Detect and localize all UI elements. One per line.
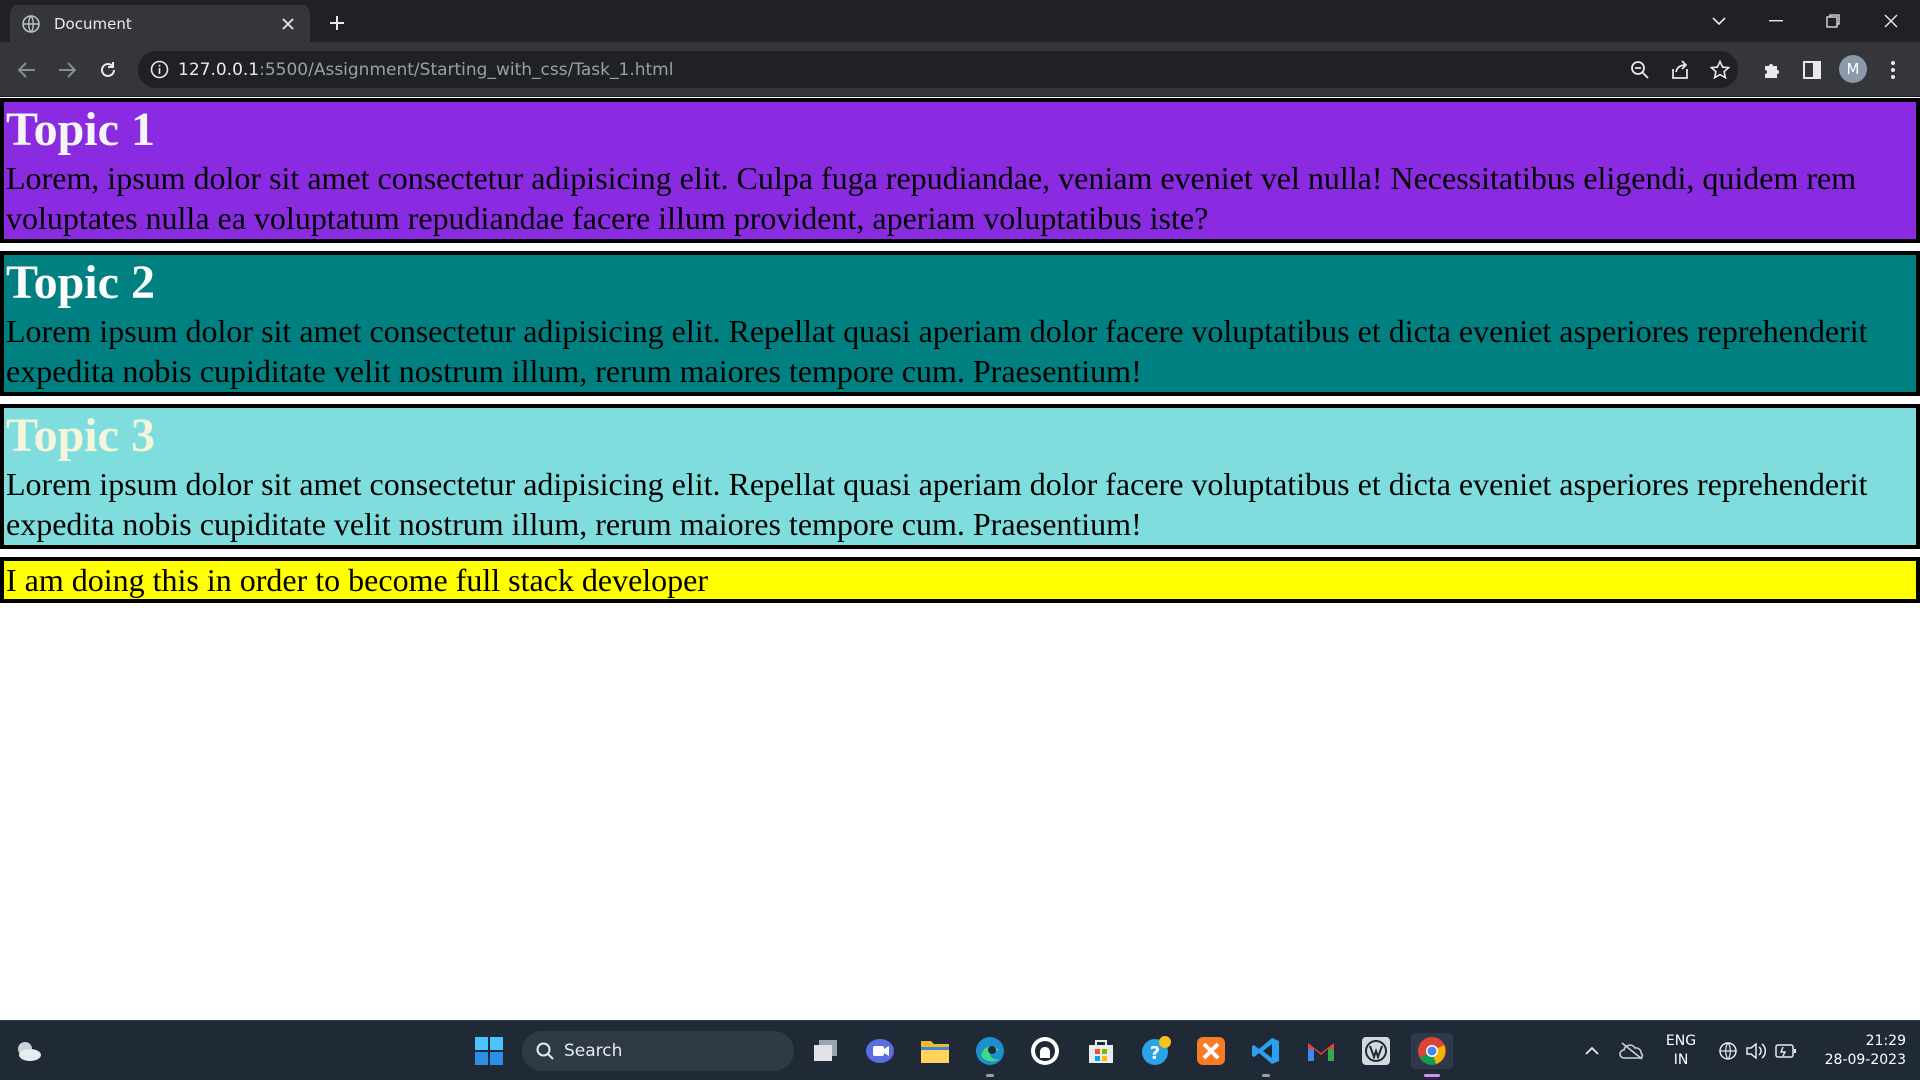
topic-box-2: Topic 2 Lorem ipsum dolor sit amet conse… bbox=[0, 251, 1920, 396]
task-view-icon[interactable] bbox=[808, 1033, 844, 1069]
site-info-icon[interactable] bbox=[150, 60, 169, 79]
new-tab-button[interactable] bbox=[324, 10, 350, 36]
battery-icon[interactable] bbox=[1768, 1033, 1804, 1069]
side-panel-icon[interactable] bbox=[1797, 55, 1827, 85]
topic-text: Lorem ipsum dolor sit amet consectetur a… bbox=[6, 466, 1868, 542]
browser-tab[interactable]: Document bbox=[10, 5, 310, 42]
language-label: ENG bbox=[1665, 1033, 1697, 1049]
topic-heading: Topic 3 bbox=[6, 409, 155, 462]
file-explorer-icon[interactable] bbox=[917, 1033, 953, 1069]
language-indicator[interactable]: ENG IN bbox=[1660, 1032, 1702, 1070]
zoom-icon[interactable] bbox=[1628, 58, 1652, 82]
taskbar-search[interactable]: Search bbox=[522, 1031, 794, 1071]
weather-icon[interactable] bbox=[10, 1033, 46, 1069]
gmail-icon[interactable] bbox=[1303, 1033, 1339, 1069]
browser-tab-strip: Document bbox=[0, 0, 1920, 42]
address-bar[interactable]: 127.0.0.1:5500/Assignment/Starting_with_… bbox=[138, 51, 1738, 88]
restore-button[interactable] bbox=[1818, 6, 1848, 36]
menu-kebab-icon[interactable] bbox=[1878, 55, 1908, 85]
close-tab-icon[interactable] bbox=[278, 14, 298, 34]
svg-text:?: ? bbox=[1150, 1043, 1160, 1064]
minimize-button[interactable] bbox=[1761, 6, 1791, 36]
start-windows-icon[interactable] bbox=[471, 1033, 507, 1069]
store-icon[interactable] bbox=[1083, 1033, 1119, 1069]
chrome-icon[interactable] bbox=[1411, 1033, 1453, 1069]
github-icon[interactable] bbox=[1027, 1033, 1063, 1069]
forward-button[interactable] bbox=[52, 55, 82, 85]
url-text[interactable]: 127.0.0.1:5500/Assignment/Starting_with_… bbox=[178, 60, 673, 80]
active-indicator bbox=[986, 1074, 994, 1077]
region-label: IN bbox=[1673, 1052, 1689, 1068]
clock-time: 21:29 bbox=[1865, 1033, 1906, 1049]
extensions-puzzle-icon[interactable] bbox=[1757, 55, 1787, 85]
search-label: Search bbox=[564, 1041, 623, 1061]
note-text: I am doing this in order to become full … bbox=[6, 562, 709, 598]
topic-text: Lorem, ipsum dolor sit amet consectetur … bbox=[6, 160, 1857, 236]
clock-date: 28-09-2023 bbox=[1824, 1052, 1906, 1068]
note-box: I am doing this in order to become full … bbox=[0, 557, 1920, 603]
onedrive-icon[interactable] bbox=[1614, 1033, 1650, 1069]
browser-toolbar: 127.0.0.1:5500/Assignment/Starting_with_… bbox=[0, 42, 1920, 97]
topic-heading: Topic 2 bbox=[6, 256, 155, 309]
tab-title: Document bbox=[54, 14, 132, 33]
reload-button[interactable] bbox=[93, 55, 123, 85]
wordpress-icon[interactable] bbox=[1358, 1033, 1394, 1069]
share-icon[interactable] bbox=[1668, 58, 1692, 82]
page-content: Topic 1 Lorem, ipsum dolor sit amet cons… bbox=[0, 98, 1920, 611]
topic-box-1: Topic 1 Lorem, ipsum dolor sit amet cons… bbox=[0, 98, 1920, 243]
active-indicator bbox=[1424, 1074, 1440, 1077]
vscode-icon[interactable] bbox=[1248, 1033, 1284, 1069]
help-icon[interactable]: ? bbox=[1138, 1033, 1174, 1069]
topic-box-3: Topic 3 Lorem ipsum dolor sit amet conse… bbox=[0, 404, 1920, 549]
active-indicator bbox=[1262, 1074, 1270, 1077]
close-window-button[interactable] bbox=[1876, 6, 1906, 36]
topic-heading: Topic 1 bbox=[6, 103, 155, 156]
search-icon bbox=[536, 1042, 554, 1060]
windows-taskbar: Search ? ENG IN 21:29 28-09-2023 bbox=[0, 1020, 1920, 1080]
profile-avatar[interactable]: M bbox=[1839, 55, 1867, 83]
bookmark-star-icon[interactable] bbox=[1708, 58, 1732, 82]
clock[interactable]: 21:29 28-09-2023 bbox=[1806, 1032, 1906, 1070]
tab-search-chevron-icon[interactable] bbox=[1704, 6, 1734, 36]
url-path: :5500/Assignment/Starting_with_css/Task_… bbox=[259, 60, 674, 80]
url-host: 127.0.0.1 bbox=[178, 60, 260, 80]
chevron-up-icon[interactable] bbox=[1574, 1033, 1610, 1069]
meet-icon[interactable] bbox=[862, 1033, 898, 1069]
globe-icon bbox=[22, 14, 40, 33]
back-button[interactable] bbox=[12, 55, 42, 85]
xampp-icon[interactable] bbox=[1193, 1033, 1229, 1069]
topic-text: Lorem ipsum dolor sit amet consectetur a… bbox=[6, 313, 1868, 389]
edge-icon[interactable] bbox=[972, 1033, 1008, 1069]
